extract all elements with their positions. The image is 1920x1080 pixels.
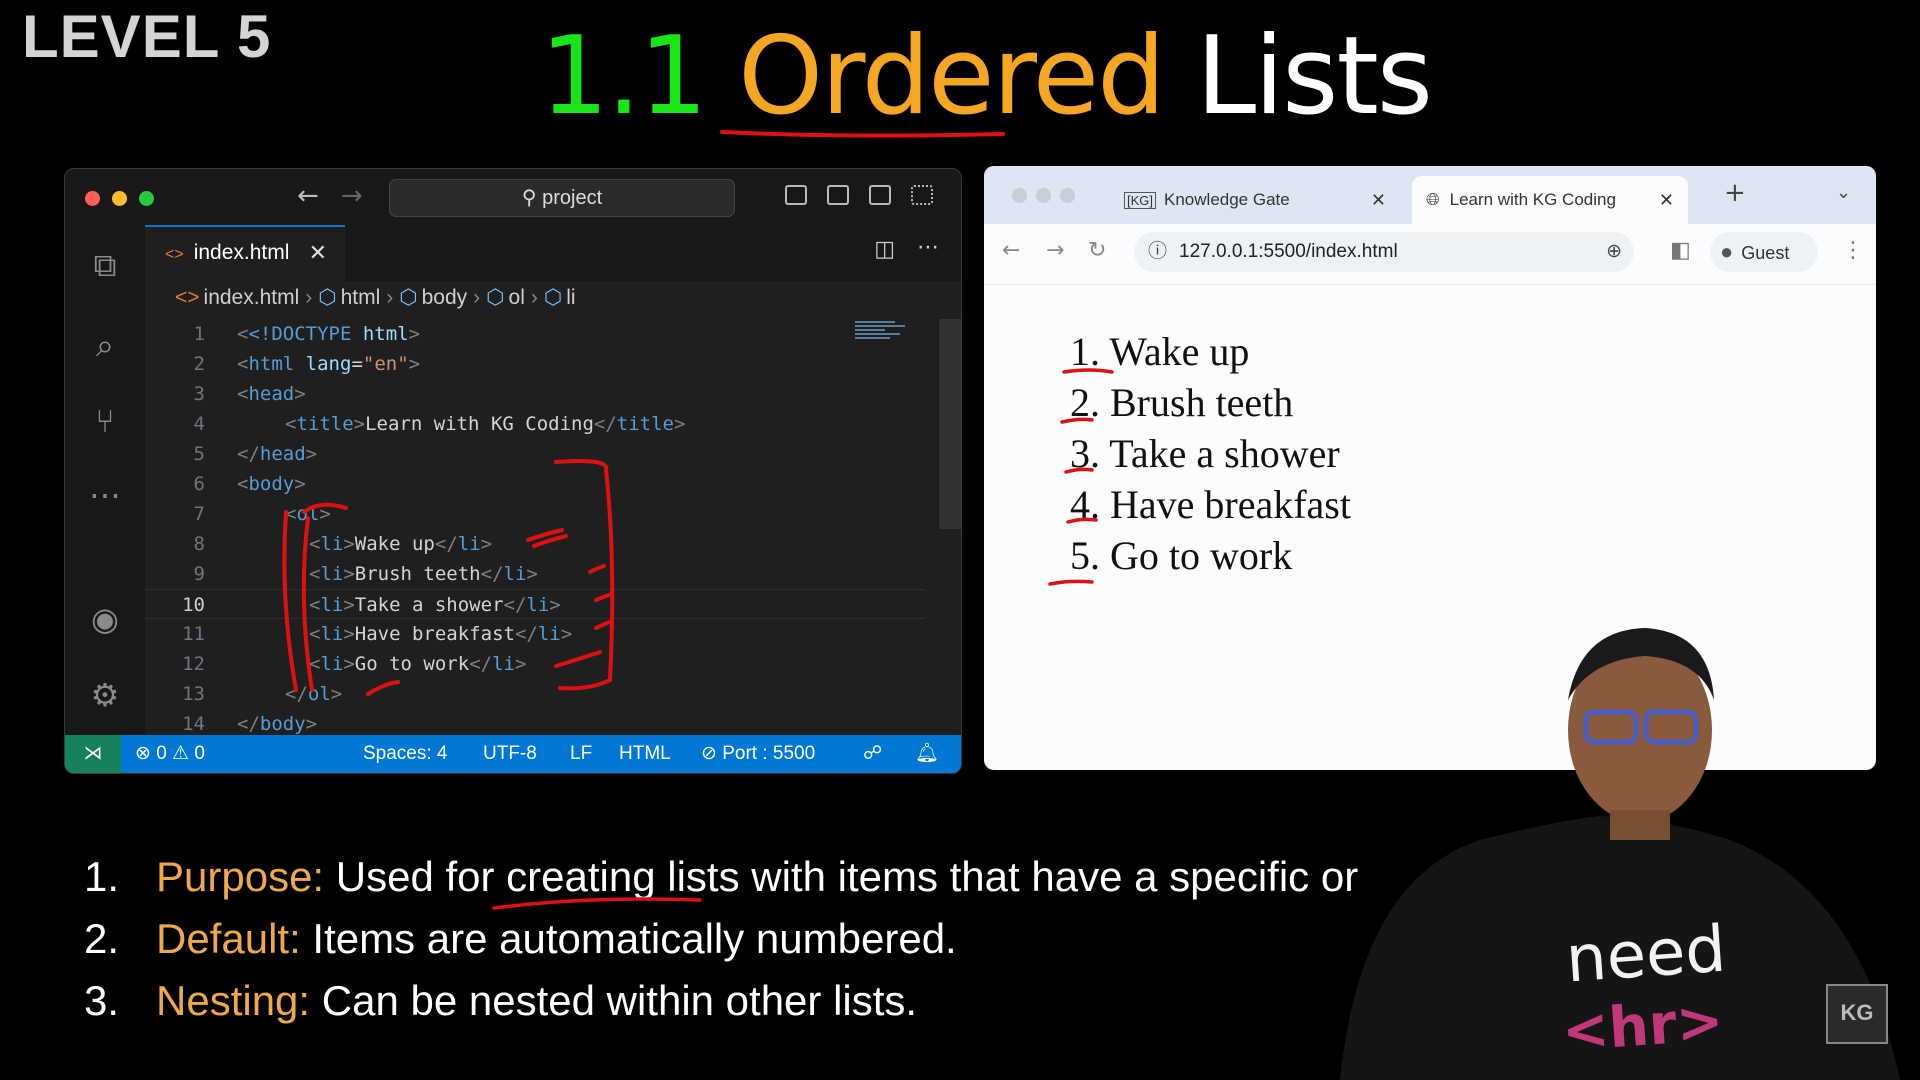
shirt-text-need: need [1563,912,1729,998]
shirt-text-hr: <hr> [1559,988,1726,1065]
kg-logo: KG [1826,984,1888,1044]
